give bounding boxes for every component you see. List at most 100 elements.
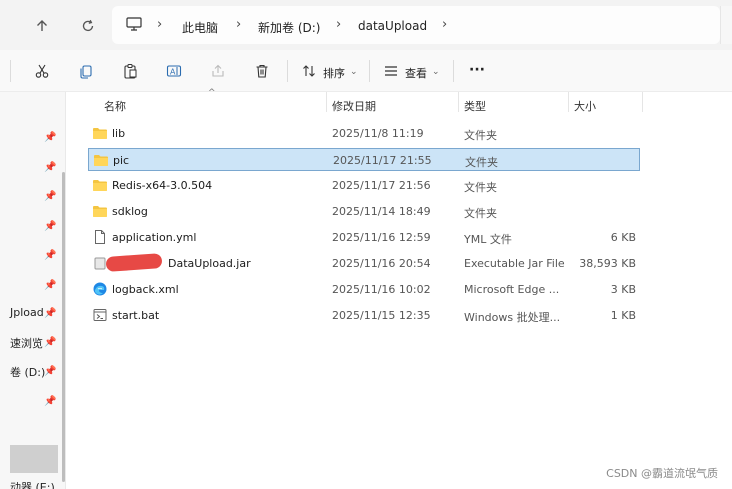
chevron-down-icon[interactable]: ⌄ [350, 67, 358, 77]
nav-item-upload[interactable]: Jpload [10, 306, 44, 319]
pin-icon[interactable]: 📌 [44, 132, 56, 143]
rename-icon[interactable]: A [164, 61, 184, 81]
document-icon [92, 229, 108, 245]
column-header-type[interactable]: 类型 [464, 98, 486, 114]
delete-icon[interactable] [252, 61, 272, 81]
folder-icon [93, 152, 109, 168]
file-date: 2025/11/8 11:19 [332, 127, 424, 140]
edge-icon [92, 281, 108, 297]
breadcrumb-drive-d[interactable]: 新加卷 (D:) [258, 19, 320, 36]
file-size: 38,593 KB [579, 257, 636, 270]
nav-scrollbar[interactable] [62, 172, 65, 482]
file-type: 文件夹 [464, 181, 497, 194]
file-size: 1 KB [610, 309, 636, 322]
toolbar-divider [453, 60, 454, 82]
file-type: Executable Jar File [464, 257, 565, 270]
column-divider[interactable] [568, 92, 569, 112]
file-type: 文件夹 [465, 156, 498, 169]
sort-icon[interactable] [299, 61, 319, 81]
column-divider[interactable] [326, 92, 327, 112]
pin-icon[interactable]: 📌 [44, 366, 56, 377]
sort-button[interactable]: 排序 [323, 65, 345, 81]
folder-icon [92, 177, 108, 193]
file-type: 文件夹 [464, 207, 497, 220]
file-row[interactable]: application.yml 2025/11/16 12:59 YML 文件 … [88, 226, 640, 249]
nav-item-drive-e[interactable]: 动器 (E:) [10, 479, 55, 489]
file-name: logback.xml [112, 283, 179, 296]
breadcrumb-dataupload[interactable]: dataUpload [358, 19, 427, 33]
file-name: DataUpload.jar [168, 257, 251, 270]
file-row[interactable]: lib 2025/11/8 11:19 文件夹 [88, 122, 640, 145]
file-row[interactable]: logback.xml 2025/11/16 10:02 Microsoft E… [88, 278, 640, 301]
address-row: › 此电脑 › 新加卷 (D:) › dataUpload › [0, 0, 732, 50]
share-icon[interactable] [208, 61, 228, 81]
file-date: 2025/11/15 12:35 [332, 309, 431, 322]
toolbar-divider [287, 60, 288, 82]
file-size: 6 KB [610, 231, 636, 244]
nav-item-drive-d[interactable]: 卷 (D:) [10, 364, 45, 380]
file-date: 2025/11/16 20:54 [332, 257, 431, 270]
file-name: sdklog [112, 205, 148, 218]
file-name: Redis-x64-3.0.504 [112, 179, 213, 192]
view-button[interactable]: 查看 [405, 65, 427, 81]
column-divider[interactable] [642, 92, 643, 112]
toolbar-divider [10, 60, 11, 82]
paste-icon[interactable] [120, 61, 140, 81]
file-name: lib [112, 127, 126, 140]
file-size: 3 KB [610, 283, 636, 296]
view-list-icon[interactable] [381, 61, 401, 81]
file-row[interactable]: DataUpload.jar 2025/11/16 20:54 Executab… [88, 252, 640, 275]
redaction-mark [105, 253, 163, 272]
search-box-edge[interactable] [720, 6, 732, 44]
up-arrow-icon[interactable] [30, 14, 54, 38]
breadcrumb-this-pc[interactable]: 此电脑 [182, 19, 218, 36]
file-date: 2025/11/17 21:56 [332, 179, 431, 192]
pin-icon[interactable]: 📌 [44, 162, 56, 173]
pin-icon[interactable]: 📌 [44, 337, 56, 348]
pin-icon[interactable]: 📌 [44, 280, 56, 291]
watermark: CSDN @霸道流氓气质 [606, 467, 718, 480]
column-header-date[interactable]: 修改日期 [332, 98, 376, 114]
chevron-right-icon: › [336, 17, 342, 32]
folder-icon [92, 125, 108, 141]
svg-text:A: A [170, 68, 176, 77]
nav-item-selected[interactable] [10, 445, 58, 473]
file-type: Microsoft Edge ... [464, 283, 560, 296]
column-header-name[interactable]: 名称 [104, 98, 126, 114]
file-row[interactable]: Redis-x64-3.0.504 2025/11/17 21:56 文件夹 [88, 174, 640, 197]
file-date: 2025/11/17 21:55 [333, 154, 432, 167]
file-date: 2025/11/16 10:02 [332, 283, 431, 296]
computer-icon [126, 17, 142, 34]
folder-icon [92, 203, 108, 219]
chevron-right-icon[interactable]: › [442, 17, 447, 32]
file-row[interactable]: start.bat 2025/11/15 12:35 Windows 批处理..… [88, 304, 640, 327]
cut-icon[interactable] [32, 61, 52, 81]
batch-icon [92, 307, 108, 323]
chevron-down-icon[interactable]: ⌄ [432, 67, 440, 77]
column-header-size[interactable]: 大小 [574, 98, 596, 114]
file-row-selected[interactable]: pic 2025/11/17 21:55 文件夹 [88, 148, 640, 171]
file-name: application.yml [112, 231, 197, 244]
pin-icon[interactable]: 📌 [44, 308, 56, 319]
file-date: 2025/11/16 12:59 [332, 231, 431, 244]
pin-icon[interactable]: 📌 [44, 191, 56, 202]
column-divider[interactable] [458, 92, 459, 112]
file-name: start.bat [112, 309, 160, 322]
command-bar: A 排序 ⌄ 查看 ⌄ ··· [0, 50, 732, 92]
pin-icon[interactable]: 📌 [44, 250, 56, 261]
file-type: Windows 批处理... [464, 311, 561, 324]
file-type: 文件夹 [464, 129, 497, 142]
file-name: pic [113, 154, 130, 167]
chevron-right-icon: › [236, 17, 242, 32]
pin-icon[interactable]: 📌 [44, 221, 56, 232]
refresh-icon[interactable] [76, 14, 100, 38]
pin-icon[interactable]: 📌 [44, 396, 56, 407]
file-type: YML 文件 [464, 233, 512, 246]
address-bar[interactable]: › 此电脑 › 新加卷 (D:) › dataUpload › [112, 6, 720, 44]
more-options-button[interactable]: ··· [469, 62, 485, 78]
file-row[interactable]: sdklog 2025/11/14 18:49 文件夹 [88, 200, 640, 223]
chevron-right-icon: › [157, 17, 163, 32]
nav-item-quick-browse[interactable]: 速浏览 [10, 335, 43, 351]
toolbar-divider [369, 60, 370, 82]
copy-icon[interactable] [76, 61, 96, 81]
